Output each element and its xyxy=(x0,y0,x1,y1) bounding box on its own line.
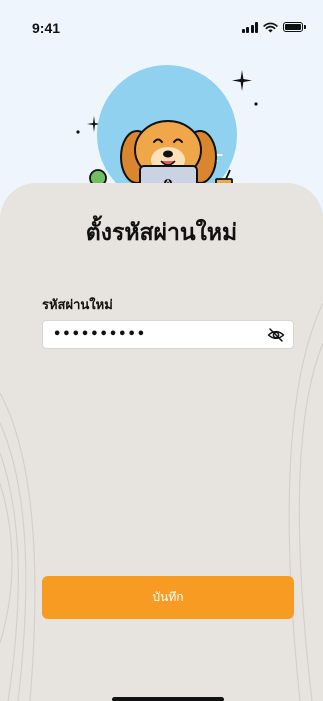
home-indicator xyxy=(112,697,224,701)
password-input[interactable] xyxy=(53,321,253,348)
wifi-icon xyxy=(263,22,278,32)
status-icons xyxy=(241,20,306,34)
password-field[interactable] xyxy=(42,320,294,349)
eye-off-icon[interactable] xyxy=(267,326,285,344)
background-pattern xyxy=(0,302,323,701)
status-time: 9:41 xyxy=(32,20,61,36)
page-title: ตั้งรหัสผ่านใหม่ xyxy=(85,220,238,246)
cellular-signal-icon xyxy=(241,21,258,33)
save-button[interactable]: บันทึก xyxy=(42,576,294,619)
battery-icon xyxy=(283,22,306,32)
screen: 9:41 ตั้งรหัสผ่านใหม่ รหัสผ่านใหม่ •••••… xyxy=(0,0,323,701)
form-card: ตั้งรหัสผ่านใหม่ รหัสผ่านใหม่ บันทึก xyxy=(0,183,323,701)
password-label: รหัสผ่านใหม่ xyxy=(42,298,113,313)
status-bar: 9:41 xyxy=(0,0,323,40)
